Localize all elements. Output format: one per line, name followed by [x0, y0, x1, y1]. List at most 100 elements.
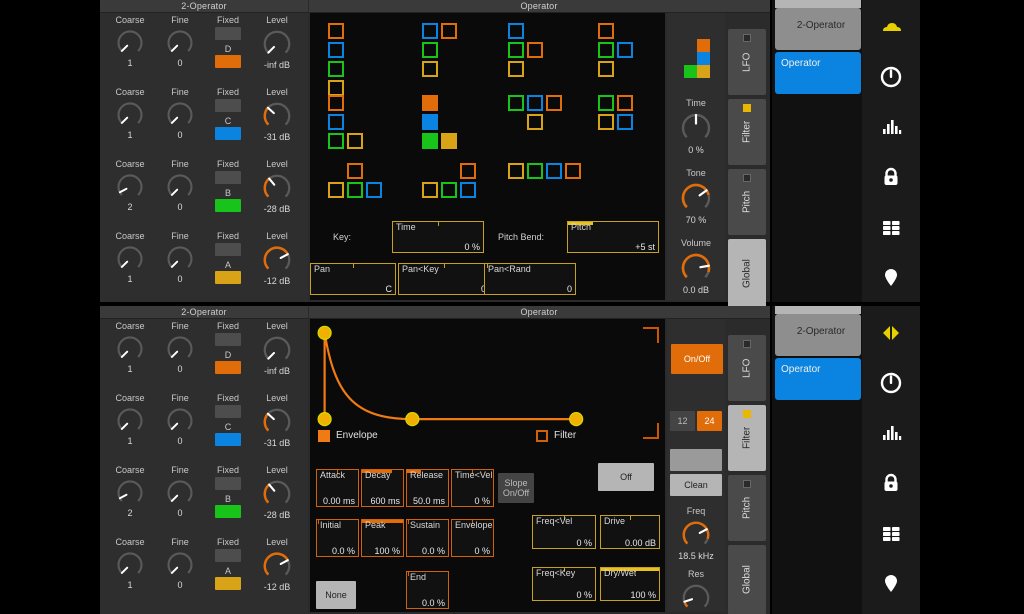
filter-legend-swatch[interactable] [536, 430, 548, 442]
filter-type-button[interactable] [670, 449, 722, 471]
chain-item-operator[interactable]: Operator [775, 358, 861, 400]
param-envelope[interactable]: Envelope 0 % [451, 519, 494, 557]
chain-item-operator[interactable]: Operator [775, 52, 861, 94]
loop-mode-button[interactable]: None [316, 581, 356, 609]
filter-slope-24-button[interactable]: 24 [697, 411, 722, 431]
operator-select-button[interactable] [215, 577, 241, 590]
param-pitch[interactable]: Pitch +5 st [567, 221, 659, 253]
operator-level-control[interactable]: Level -28 dB [252, 465, 302, 521]
filter-knob-freq[interactable]: Freq 18.5 kHz [667, 506, 725, 562]
filter-circuit-button[interactable]: Clean [670, 474, 722, 496]
operator-fine-control[interactable]: Fine 0 [156, 15, 204, 69]
filter-envelope-button[interactable]: Off [598, 463, 654, 491]
operator-fixed-toggle[interactable] [215, 333, 241, 346]
operator-fixed-toggle[interactable] [215, 27, 241, 40]
param-time[interactable]: Time 0 % [392, 221, 484, 253]
operator-select-button[interactable] [215, 505, 241, 518]
operator-fine-control[interactable]: Fine 0 [156, 393, 204, 447]
param-sustain[interactable]: Sustain 0.0 % [406, 519, 449, 557]
param-peak[interactable]: Peak 100 % [361, 519, 404, 557]
algorithm-option-1[interactable] [422, 23, 502, 89]
tab-global[interactable]: Global [728, 239, 766, 309]
operator-level-control[interactable]: Level -31 dB [252, 87, 302, 143]
tab-global[interactable]: Global [728, 545, 766, 614]
operator-select-button[interactable] [215, 55, 241, 68]
operator-coarse-control[interactable]: Coarse 1 [106, 393, 154, 447]
algorithm-option-6[interactable] [508, 95, 588, 161]
param-time<vel[interactable]: Time<Vel 0 % [451, 469, 494, 507]
algorithm-option-5[interactable] [422, 95, 502, 161]
operator-select-button[interactable] [215, 127, 241, 140]
global-knob-time[interactable]: Time 0 % [667, 98, 725, 156]
lock-icon[interactable] [876, 468, 906, 498]
param-initial[interactable]: Initial 0.0 % [316, 519, 359, 557]
param-drive[interactable]: Drive 0.00 dB [600, 515, 660, 549]
filter-slope-12-button[interactable]: 12 [670, 411, 695, 431]
operator-fine-control[interactable]: Fine 0 [156, 465, 204, 519]
operator-fixed-toggle[interactable] [215, 99, 241, 112]
operator-select-button[interactable] [215, 199, 241, 212]
operator-coarse-control[interactable]: Coarse 2 [106, 159, 154, 213]
levels-icon[interactable] [876, 112, 906, 142]
operator-fixed-toggle[interactable] [215, 243, 241, 256]
filter-knob-res[interactable]: Res20 % [667, 569, 725, 614]
param-freq-vel[interactable]: Freq<Vel 0 % [532, 515, 596, 549]
operator-coarse-control[interactable]: Coarse 1 [106, 537, 154, 591]
param-freq-key[interactable]: Freq<Key 0 % [532, 567, 596, 601]
operator-select-button[interactable] [215, 271, 241, 284]
operator-level-control[interactable]: Level -28 dB [252, 159, 302, 215]
operator-fine-control[interactable]: Fine 0 [156, 537, 204, 591]
tab-lfo[interactable]: LFO [728, 335, 766, 401]
operator-fixed-toggle[interactable] [215, 549, 241, 562]
power-icon[interactable] [876, 62, 906, 92]
chain-item-2-operator[interactable]: 2-Operator [775, 8, 861, 50]
algorithm-option-10[interactable] [508, 163, 588, 229]
grid-icon[interactable] [876, 518, 906, 548]
param-pan-key[interactable]: Pan<Key0 [398, 263, 490, 295]
param-pan[interactable]: Pan C [310, 263, 396, 295]
envelope-display[interactable]: Envelope Filter [310, 319, 665, 447]
tab-lfo[interactable]: LFO [728, 29, 766, 95]
operator-fixed-toggle[interactable] [215, 477, 241, 490]
pin-icon[interactable] [876, 568, 906, 598]
algorithm-option-2[interactable] [508, 23, 588, 89]
algorithm-option-7[interactable] [598, 95, 678, 161]
operator-coarse-control[interactable]: Coarse 1 [106, 231, 154, 285]
operator-coarse-control[interactable]: Coarse 1 [106, 87, 154, 141]
operator-level-control[interactable]: Level -inf dB [252, 321, 302, 377]
levels-icon[interactable] [876, 418, 906, 448]
operator-coarse-control[interactable]: Coarse 1 [106, 15, 154, 69]
power-icon[interactable] [876, 368, 906, 398]
operator-fine-control[interactable]: Fine 0 [156, 159, 204, 213]
param-end[interactable]: End 0.0 % [406, 571, 449, 609]
tab-filter[interactable]: Filter [728, 99, 766, 165]
global-knob-tone[interactable]: Tone 70 % [667, 168, 725, 226]
operator-select-button[interactable] [215, 361, 241, 374]
filter-onoff-button[interactable]: On/Off [671, 344, 723, 374]
pin-icon[interactable] [876, 262, 906, 292]
param-dry-wet[interactable]: Dry/Wet 100 % [600, 567, 660, 601]
operator-level-control[interactable]: Level -inf dB [252, 15, 302, 71]
slope-onoff-button[interactable]: Slope On/Off [498, 473, 534, 503]
tab-filter[interactable]: Filter [728, 405, 766, 471]
left-right-arrows-icon[interactable] [876, 318, 906, 348]
chain-item-2-operator[interactable]: 2-Operator [775, 314, 861, 356]
operator-fine-control[interactable]: Fine 0 [156, 231, 204, 285]
lock-icon[interactable] [876, 162, 906, 192]
operator-select-button[interactable] [215, 433, 241, 446]
operator-coarse-control[interactable]: Coarse 1 [106, 321, 154, 375]
cloud-icon[interactable] [876, 12, 906, 42]
operator-fine-control[interactable]: Fine 0 [156, 321, 204, 375]
param-pan-rand[interactable]: Pan<Rand 0 [484, 263, 576, 295]
param-attack[interactable]: Attack 0.00 ms [316, 469, 359, 507]
algorithm-option-4[interactable] [328, 95, 408, 161]
operator-fixed-toggle[interactable] [215, 405, 241, 418]
operator-fine-control[interactable]: Fine 0 [156, 87, 204, 141]
algorithm-option-3[interactable] [598, 23, 678, 89]
param-decay[interactable]: Decay 600 ms [361, 469, 404, 507]
operator-fixed-toggle[interactable] [215, 171, 241, 184]
algorithm-option-0[interactable] [328, 23, 408, 96]
operator-level-control[interactable]: Level -12 dB [252, 231, 302, 287]
algorithm-option-9[interactable] [422, 163, 502, 229]
algorithm-option-8[interactable] [328, 163, 408, 229]
